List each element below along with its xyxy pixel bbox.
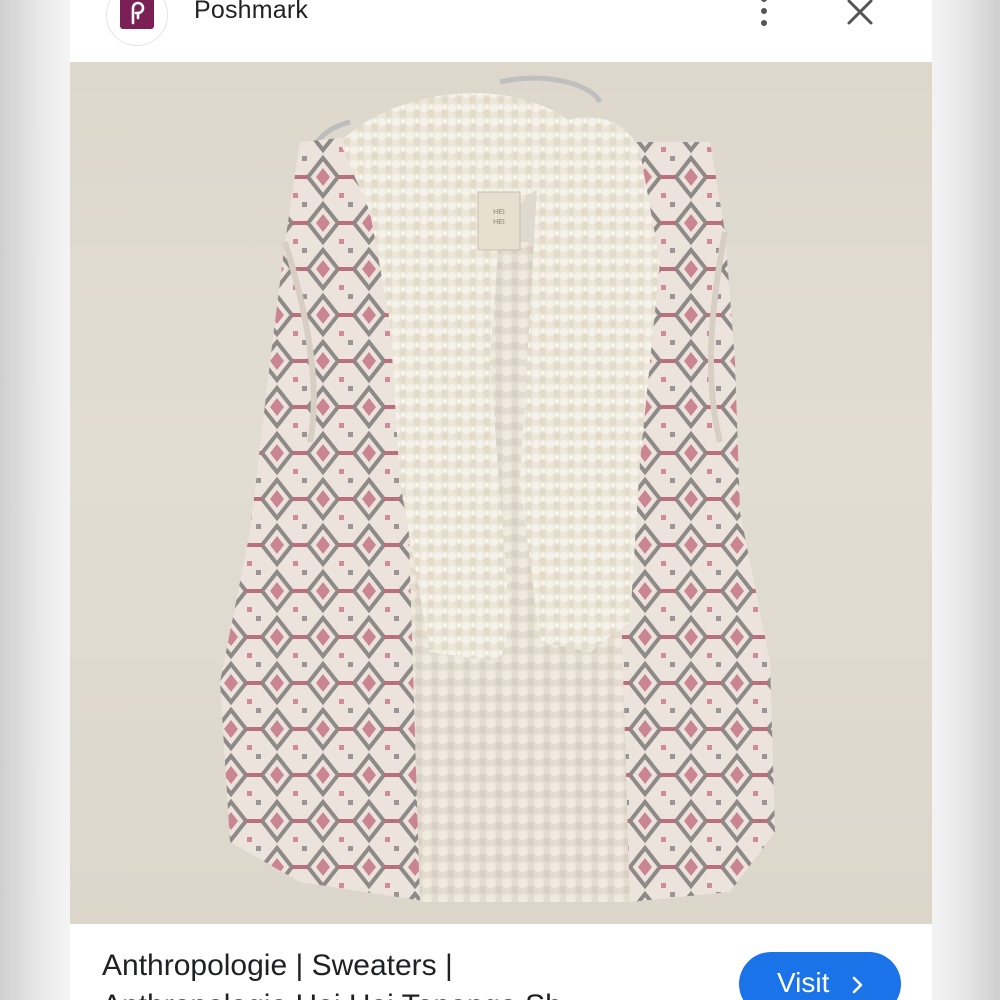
site-name[interactable]: Poshmark (194, 0, 308, 25)
svg-text:HEI: HEI (493, 219, 505, 226)
vest-photo: HEI HEI (220, 75, 775, 902)
product-image[interactable]: HEI HEI (70, 62, 932, 924)
visit-button-label: Visit (777, 967, 830, 998)
poshmark-logo-icon[interactable] (106, 0, 168, 46)
more-options-icon[interactable] (750, 0, 778, 30)
result-title-continued[interactable]: Anthropologie Hei Hei Topanga Sh (102, 986, 562, 1000)
vest-tag-text: HEI (493, 209, 505, 216)
result-title[interactable]: Anthropologie | Sweaters | (102, 946, 662, 986)
close-icon[interactable] (840, 0, 880, 32)
result-header: Poshmark (70, 0, 932, 62)
image-result-card: Poshmark HEI HEI Anthropologie | Sweater… (70, 0, 932, 1000)
visit-button[interactable]: Visit (739, 952, 901, 1000)
chevron-right-icon (852, 976, 863, 994)
